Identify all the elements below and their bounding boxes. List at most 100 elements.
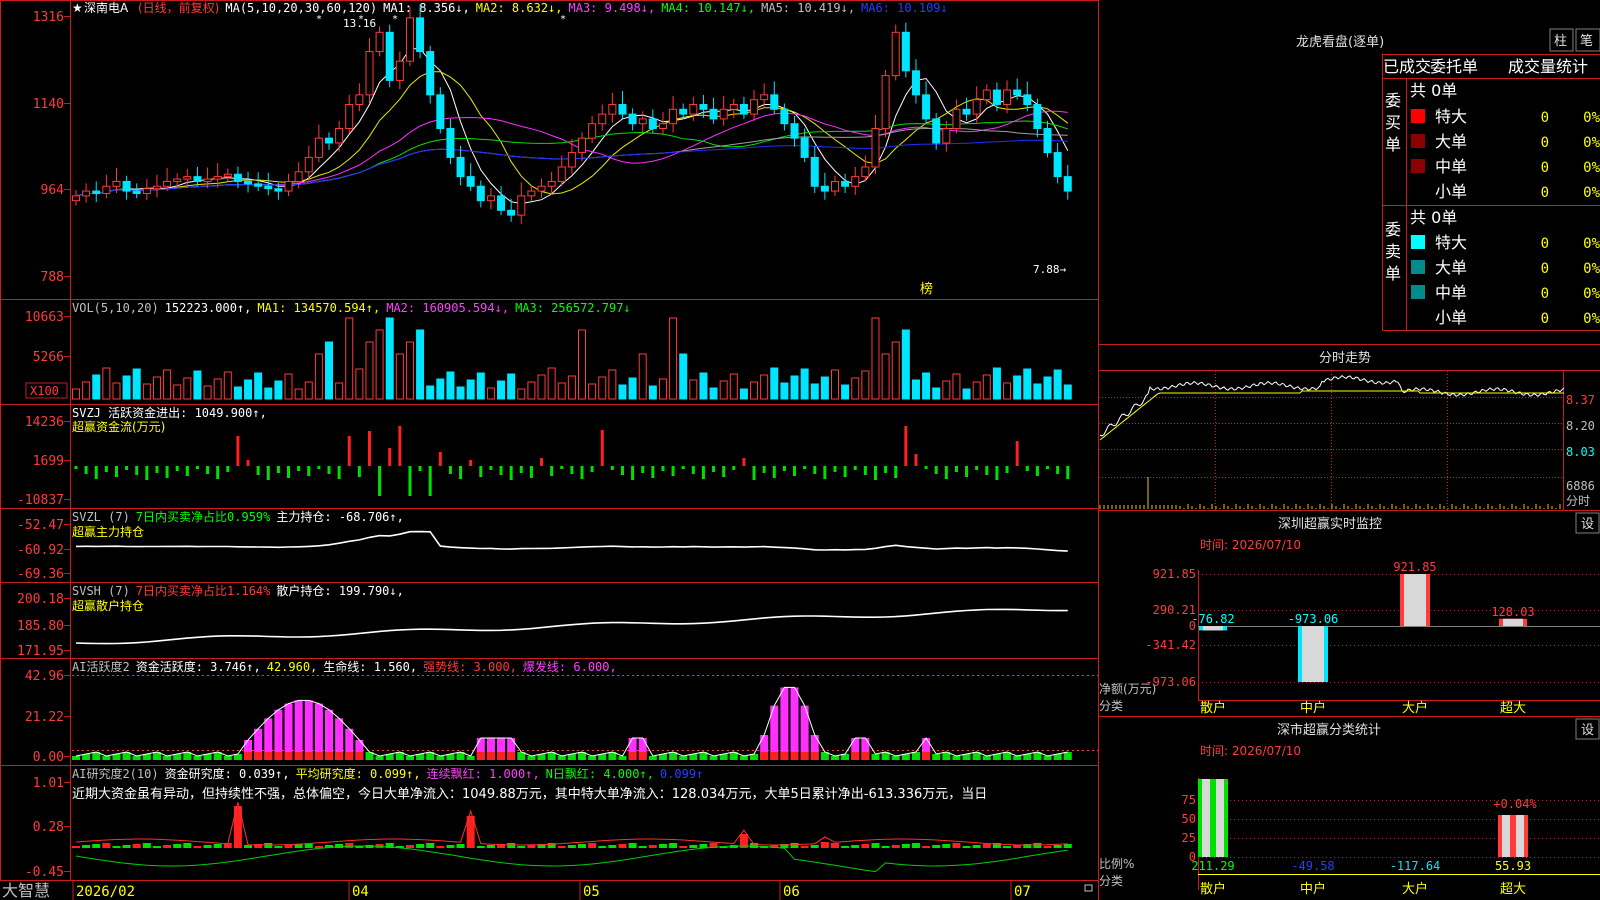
ai-activity-y-axis: 42.96 21.22 0.00 <box>25 669 70 765</box>
candle-body <box>112 180 121 187</box>
volume-panel[interactable]: VOL(5,10,20) 152223.000↑, MA1: 134570.594↑… <box>25 301 1072 400</box>
candle-body <box>274 188 283 192</box>
longhu-rows: 委买单委卖单共 0单共 0单特大 0 0%大单 0 0%中单 0 0%小单 0 0%特大 0 0%大… <box>1385 81 1600 327</box>
outflow-bar <box>145 466 149 480</box>
ai-activity-line <box>75 686 1068 757</box>
candle-body <box>608 103 617 115</box>
svzj-panel[interactable]: SVZJ 活跃资金进出: 1049.900↑, 超赢资金流(万元) 142361… <box>17 405 1070 508</box>
ma-legend: MA(5,10,20,30,60,120) MA1: 8.356↓, MA2: 8.… <box>225 1 947 15</box>
legend-item: MA4: 10.147↓, <box>661 1 755 15</box>
svzl-subtitle: 超赢主力持仓 <box>72 524 144 539</box>
svzl-legend: SVZL (7) 7日内买卖净占比0.959% 主力持仓: -68.706↑, <box>72 509 404 524</box>
candle-body <box>911 70 920 96</box>
ai-comment: 近期大资金虽有异动，但持续性不强，总体偏空，今日大单净流入：1049.88万元，… <box>72 786 987 802</box>
y-tick-label: -0.45 <box>25 865 64 880</box>
research-bar <box>193 846 202 848</box>
activity-bar-base <box>780 752 789 760</box>
longhu-tab[interactable]: 成交量统计 <box>1508 57 1588 76</box>
realtime-monitor-panel[interactable]: 深圳超赢实时监控 设 时间: 2026/07/10 921.85290.210-… <box>1099 512 1600 716</box>
svsh-legend: SVSH (7) 7日内买卖净占比1.164% 散户持仓: 199.790↓, <box>72 583 404 598</box>
legend-item: 42.960, <box>267 660 318 674</box>
outflow-bar <box>560 466 564 469</box>
research-bar <box>658 844 667 848</box>
svzj-subtitle: 超赢资金流(万元) <box>72 419 165 434</box>
outflow-bar <box>276 466 280 473</box>
longhu-tab[interactable]: 已成交 <box>1383 57 1431 76</box>
research-bar <box>1053 845 1062 848</box>
activity-bar-low <box>436 756 445 760</box>
order-count: 0 <box>1541 236 1549 252</box>
svsh-line <box>75 608 1068 645</box>
volume-bar <box>112 382 121 400</box>
activity-bar-base <box>476 752 485 760</box>
candle-body <box>233 173 242 182</box>
outflow-bar <box>479 466 483 477</box>
candle-body <box>831 180 839 192</box>
outflow-bar <box>307 466 311 476</box>
research-bar <box>173 844 182 848</box>
legend-item: MA6: 10.109↓ <box>861 1 948 15</box>
volume-bar <box>790 375 799 400</box>
volume-bar <box>1033 383 1042 400</box>
legend-item: SVZJ 活跃资金进出: 1049.900↑, <box>72 405 267 420</box>
candle-body <box>183 176 192 180</box>
monitor-category-label: 超大 <box>1500 701 1526 716</box>
activity-bar-base <box>325 752 333 760</box>
order-count: 0 <box>1541 261 1549 277</box>
candle-body <box>395 60 404 81</box>
candlesticks <box>72 4 1072 224</box>
activity-bar-base <box>628 752 637 760</box>
outflow-bar <box>256 466 260 475</box>
volume-bar <box>507 373 516 400</box>
volume-bar <box>608 369 617 400</box>
svg-text:*: * <box>358 14 364 25</box>
inflow-bar <box>438 452 442 466</box>
longhu-panel[interactable]: 龙虎看盘(逐单) 柱 笔 已成交委托单 成交量统计 委买单委卖单共 0单共 0单特… <box>1296 28 1600 331</box>
candle-body <box>152 185 161 190</box>
legend-item: 7日内买卖净占比1.164% <box>136 583 271 598</box>
activity-bar-base <box>284 752 293 760</box>
candle-body <box>628 113 637 125</box>
classify-panel[interactable]: 深市超赢分类统计 设 时间: 2026/07/10 7550250211.29散… <box>1099 718 1600 897</box>
svzj-y-axis: 14236 1699 -10837 <box>17 415 70 508</box>
ai-research-panel[interactable]: AI研究度2(10) 资金研究度: 0.039↑, 平均研究度: 0.099↑, 连续… <box>25 766 1072 880</box>
candle-body <box>750 99 759 115</box>
main-y-axis: 1316 1140 964 788 <box>33 10 70 285</box>
intraday-panel[interactable]: 分时走势 8.37 8.20 8.03 6886分时 <box>1099 350 1595 510</box>
svsh-panel[interactable]: SVSH (7) 7日内买卖净占比1.164% 散户持仓: 199.790↓, 超赢… <box>17 583 1068 659</box>
outflow-bar <box>752 466 756 480</box>
monitor-category-label: 散户 <box>1200 700 1226 716</box>
lock-icon[interactable] <box>1084 884 1093 892</box>
sell-total: 共 0单 <box>1410 208 1457 227</box>
volume-bar <box>729 373 738 400</box>
classify-value-label: 211.29 <box>1191 859 1234 873</box>
svzl-y-axis: -52.47 -60.92 -69.36 <box>17 518 70 582</box>
legend-swatch <box>1411 159 1425 173</box>
volume-bar <box>891 341 900 400</box>
intraday-grid <box>1099 371 1563 510</box>
ai-activity-panel[interactable]: AI活跃度2 资金活跃度: 3.746↑, 42.960, 生命线: 1.560, 强势… <box>25 659 1098 765</box>
y-tick-label: 5266 <box>33 350 64 365</box>
candle-body <box>760 94 769 101</box>
kline-panel[interactable]: ★ 深南电A (日线，前复权) MA(5,10,20,30,60,120) MA1… <box>33 0 1072 297</box>
activity-bar-base <box>770 752 779 760</box>
volume-bar <box>152 376 161 400</box>
longhu-tab[interactable]: 委托单 <box>1430 57 1478 76</box>
monitor-category-label: 中户 <box>1300 700 1326 716</box>
monitor-value-label: -973.06 <box>1288 612 1339 626</box>
longhu-tabs[interactable]: 已成交委托单 成交量统计 <box>1383 57 1588 76</box>
volume-bar <box>497 380 506 400</box>
candle-body <box>962 108 971 115</box>
outflow-bar <box>873 466 877 480</box>
svzl-panel[interactable]: SVZL (7) 7日内买卖净占比0.959% 主力持仓: -68.706↑, 超赢… <box>17 509 1068 582</box>
outflow-bar <box>894 466 898 478</box>
classify-settings-label: 设 <box>1581 723 1594 738</box>
intraday-volume-max: 6886 <box>1566 479 1595 493</box>
candle-body <box>780 108 789 125</box>
svg-text:*: * <box>316 14 322 25</box>
ai-activity-legend: AI活跃度2 资金活跃度: 3.746↑, 42.960, 生命线: 1.560, 强势… <box>72 659 617 674</box>
intraday-price-line <box>1099 374 1565 437</box>
candle-body <box>658 123 667 130</box>
longhu-bang-icon[interactable]: 榜 <box>920 281 933 297</box>
candle-body <box>102 185 111 194</box>
